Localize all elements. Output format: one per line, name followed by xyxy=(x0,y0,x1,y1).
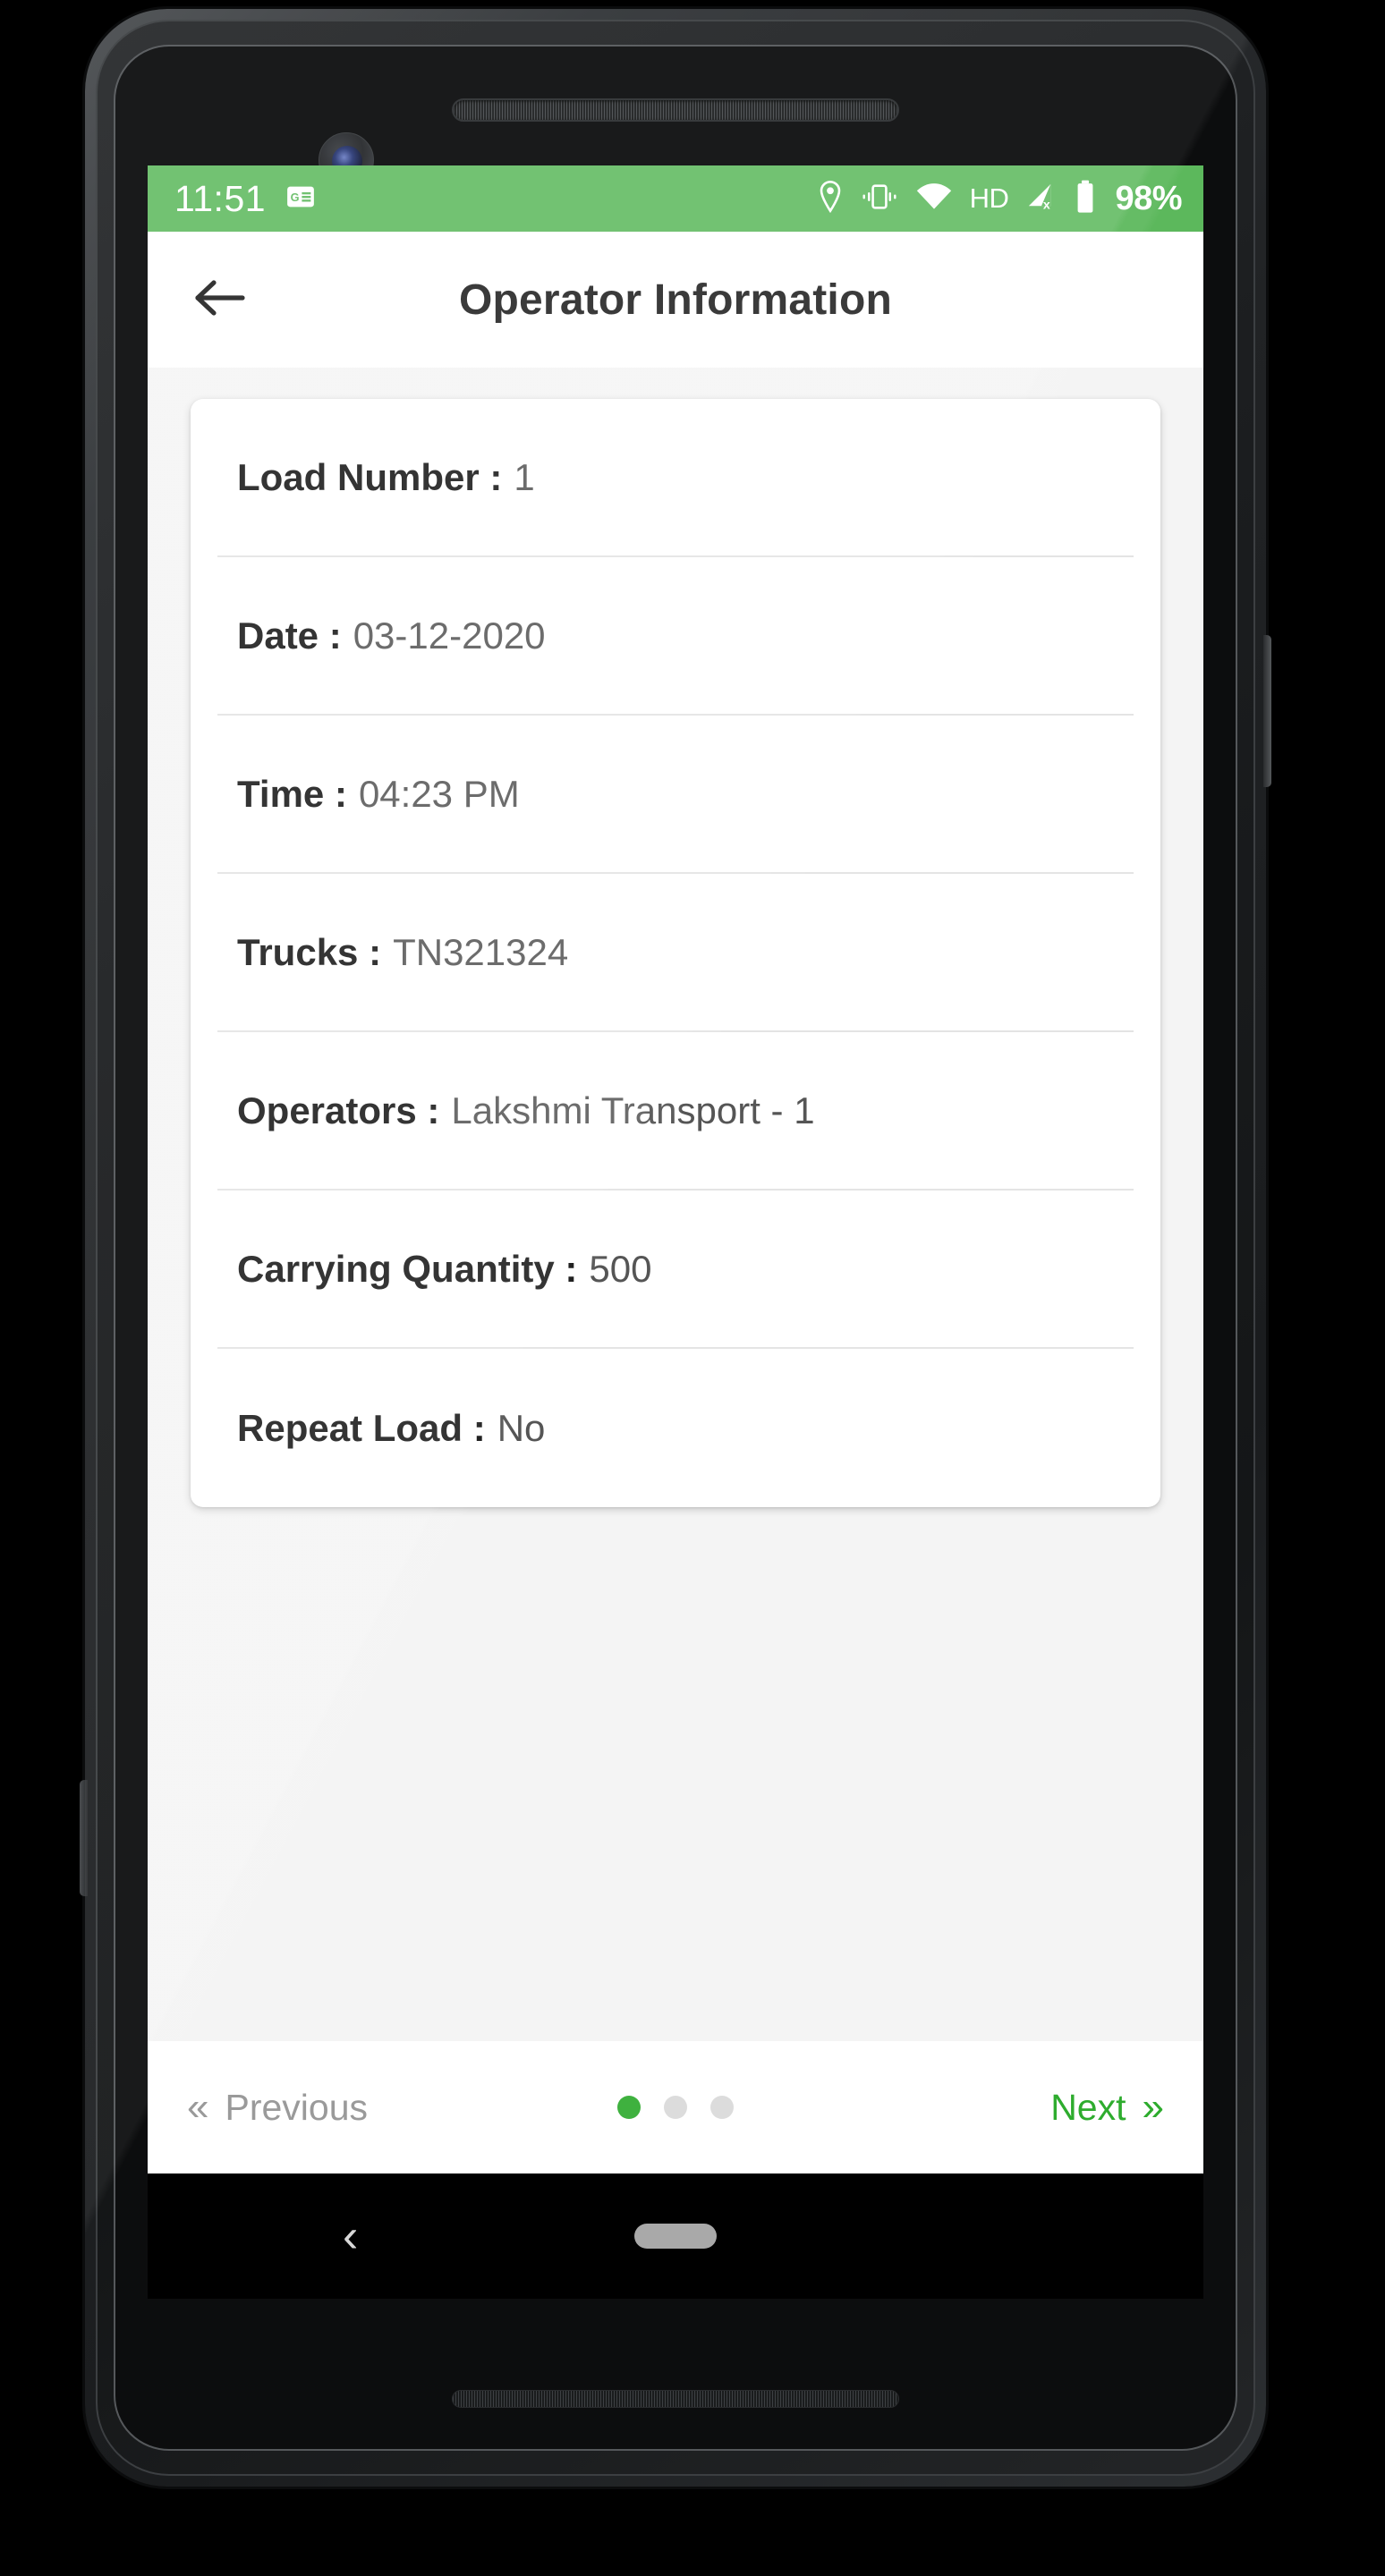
page-dot-1[interactable] xyxy=(617,2096,641,2119)
svg-text:G: G xyxy=(291,191,300,204)
pager-bar: « Previous Next » xyxy=(148,2041,1203,2174)
battery-percent-label: 98% xyxy=(1115,179,1182,217)
info-row-time: Time : 04:23 PM xyxy=(217,716,1134,874)
wifi-icon xyxy=(915,182,953,216)
info-row-carrying-quantity: Carrying Quantity : 500 xyxy=(217,1191,1134,1349)
info-value: 1 xyxy=(514,455,535,498)
hd-icon: HD xyxy=(969,182,1009,214)
info-value: 500 xyxy=(589,1247,652,1290)
earpiece-speaker-grille xyxy=(452,98,899,122)
info-label: Trucks : xyxy=(237,930,382,973)
vibrate-icon xyxy=(861,182,898,216)
google-news-icon: G xyxy=(285,182,316,216)
page-dot-2[interactable] xyxy=(664,2096,687,2119)
battery-icon xyxy=(1075,180,1096,218)
next-button[interactable]: Next » xyxy=(1050,2087,1164,2129)
info-value: 03-12-2020 xyxy=(353,614,546,657)
previous-button[interactable]: « Previous xyxy=(187,2087,368,2129)
page-dot-3[interactable] xyxy=(710,2096,734,2119)
previous-button-label: Previous xyxy=(225,2086,368,2128)
app-screen: 11:51 G HD x 98% Operator Information Lo… xyxy=(148,165,1203,2174)
next-button-label: Next xyxy=(1050,2086,1126,2128)
home-pill-icon[interactable] xyxy=(634,2224,717,2249)
info-row-repeat-load: Repeat Load : No xyxy=(217,1349,1134,1507)
info-value: Lakshmi Transport - 1 xyxy=(451,1089,815,1131)
info-label: Date : xyxy=(237,614,342,657)
android-navigation-bar: ‹ xyxy=(148,2174,1203,2299)
info-row-trucks: Trucks : TN321324 xyxy=(217,874,1134,1032)
info-row-date: Date : 03-12-2020 xyxy=(217,557,1134,716)
power-button[interactable] xyxy=(1263,635,1271,787)
volume-button[interactable] xyxy=(80,1780,88,1896)
arrow-left-icon xyxy=(192,275,248,326)
nav-back-chevron-icon[interactable]: ‹ xyxy=(343,2213,358,2259)
status-bar-left-icons: G xyxy=(285,182,316,216)
status-bar: 11:51 G HD x 98% xyxy=(148,165,1203,232)
info-label: Time : xyxy=(237,772,347,815)
location-pin-icon xyxy=(817,180,844,218)
info-row-load-number: Load Number : 1 xyxy=(217,399,1134,557)
page-title: Operator Information xyxy=(458,275,893,324)
info-value: 04:23 PM xyxy=(358,772,520,815)
info-row-operators: Operators : Lakshmi Transport - 1 xyxy=(217,1032,1134,1191)
signal-no-service-icon: x xyxy=(1025,182,1058,216)
chevron-double-left-icon: « xyxy=(187,2085,209,2129)
status-bar-clock: 11:51 xyxy=(174,177,267,219)
info-label: Load Number : xyxy=(237,455,503,498)
info-value: No xyxy=(497,1406,546,1449)
svg-text:x: x xyxy=(1043,197,1050,211)
bottom-speaker-grille xyxy=(452,2390,899,2408)
back-button[interactable] xyxy=(187,267,253,333)
operator-info-card: Load Number : 1 Date : 03-12-2020 Time :… xyxy=(191,399,1160,1507)
status-bar-right-icons: HD x 98% xyxy=(817,180,1182,218)
info-label: Repeat Load : xyxy=(237,1406,486,1449)
info-label: Carrying Quantity : xyxy=(237,1247,578,1290)
app-bar: Operator Information xyxy=(148,232,1203,368)
chevron-double-right-icon: » xyxy=(1142,2085,1164,2129)
page-dots xyxy=(617,2096,734,2119)
info-value: TN321324 xyxy=(393,930,569,973)
info-label: Operators : xyxy=(237,1089,440,1131)
content-area: Load Number : 1 Date : 03-12-2020 Time :… xyxy=(148,368,1203,2041)
